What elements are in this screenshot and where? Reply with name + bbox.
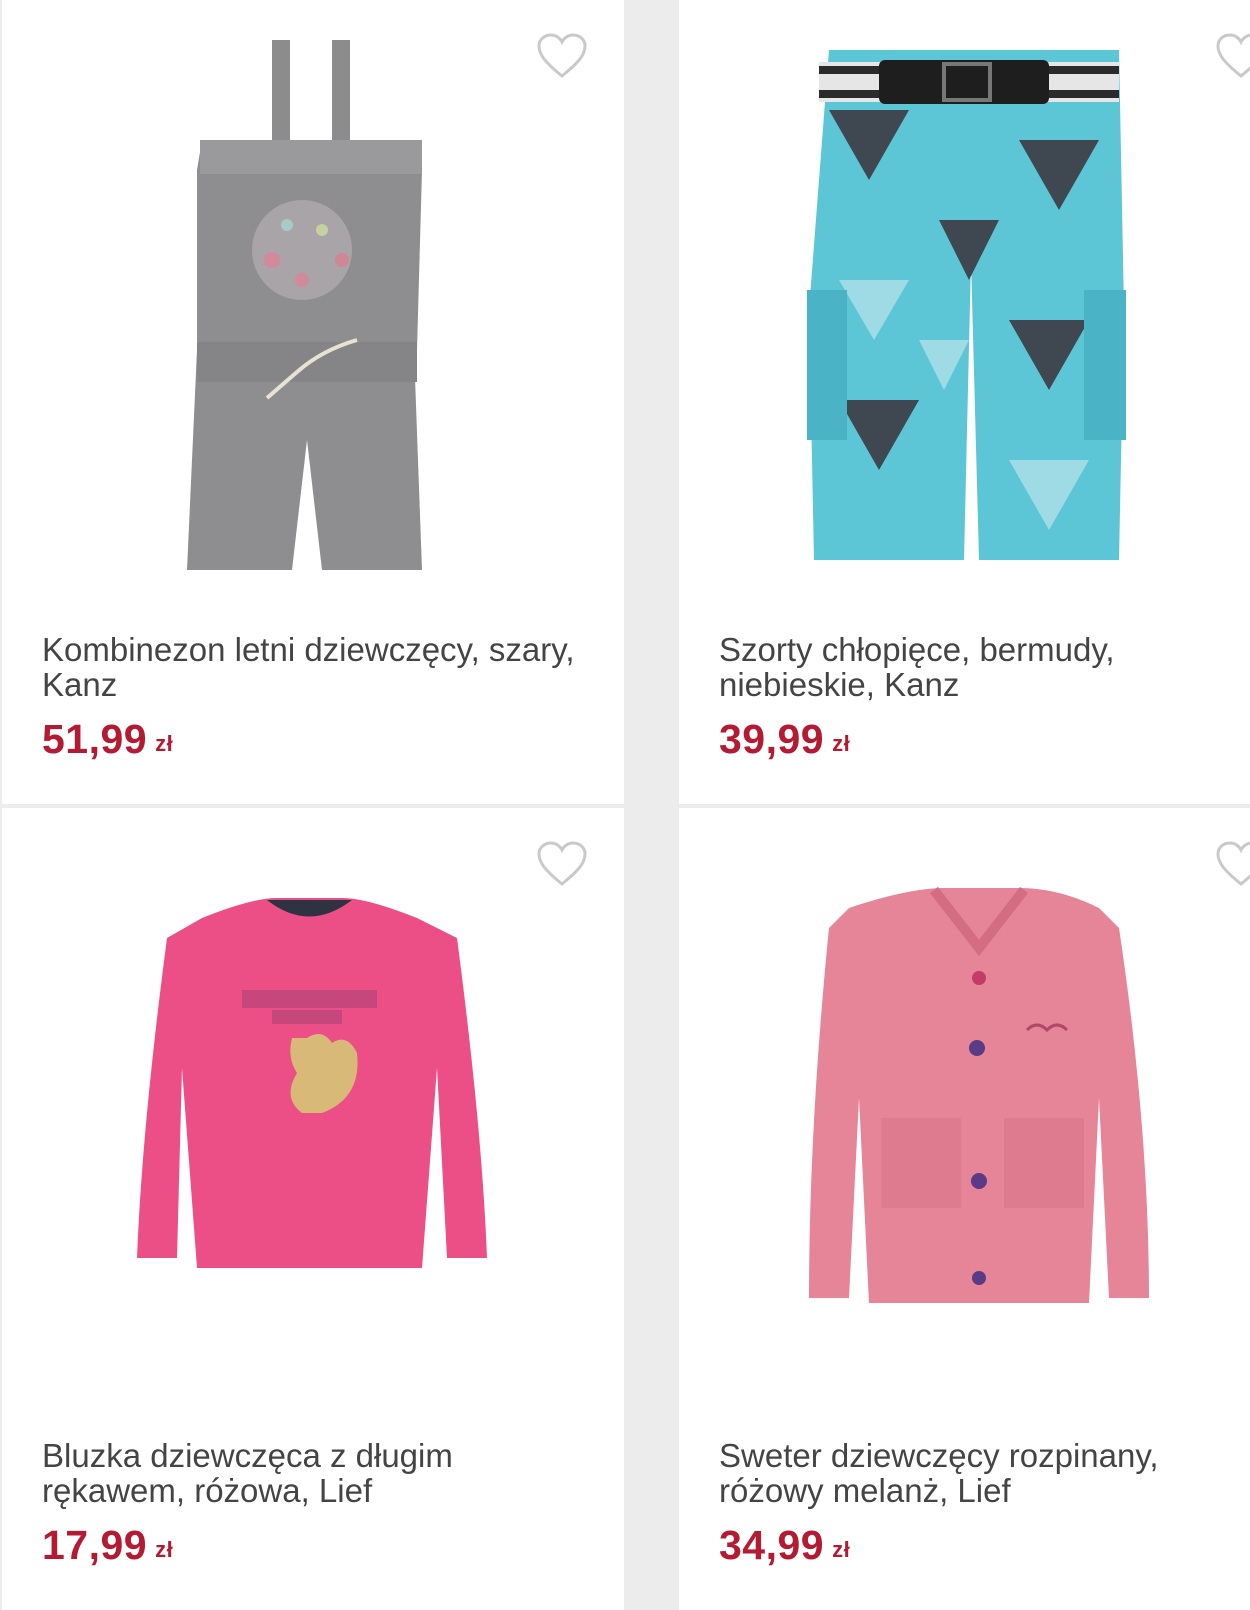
product-price: 17,99 zł: [42, 1522, 173, 1569]
pink-cardigan-image: [809, 886, 1149, 1303]
favorite-button[interactable]: [1215, 32, 1250, 80]
price-currency: zł: [832, 731, 851, 756]
product-grid: Kombinezon letni dziewczęcy, szary, Kanz…: [0, 0, 1250, 1610]
product-title[interactable]: Szorty chłopięce, bermudy, niebieskie, K…: [719, 632, 1239, 702]
product-price: 39,99 zł: [719, 716, 850, 763]
product-image-blue-shorts[interactable]: [679, 20, 1250, 600]
product-price: 34,99 zł: [719, 1522, 850, 1569]
price-value: 39,99: [719, 716, 825, 762]
product-card[interactable]: Bluzka dziewczęca z długim rękawem, różo…: [2, 808, 624, 1610]
favorite-button[interactable]: [536, 840, 588, 888]
gray-romper-image: [187, 40, 422, 570]
price-value: 51,99: [42, 716, 148, 762]
favorite-button[interactable]: [536, 32, 588, 80]
heart-outline-icon: [1216, 33, 1250, 78]
product-image-pink-blouse[interactable]: [2, 828, 624, 1408]
product-card[interactable]: Szorty chłopięce, bermudy, niebieskie, K…: [679, 0, 1250, 804]
price-value: 34,99: [719, 1522, 825, 1568]
heart-outline-icon: [537, 841, 587, 886]
price-value: 17,99: [42, 1522, 148, 1568]
product-title[interactable]: Bluzka dziewczęca z długim rękawem, różo…: [42, 1438, 582, 1508]
price-currency: zł: [155, 731, 174, 756]
heart-outline-icon: [537, 33, 587, 78]
price-currency: zł: [155, 1537, 174, 1562]
product-card[interactable]: Kombinezon letni dziewczęcy, szary, Kanz…: [2, 0, 624, 804]
product-card[interactable]: Sweter dziewczęcy rozpinany, różowy mela…: [679, 808, 1250, 1610]
product-title[interactable]: Kombinezon letni dziewczęcy, szary, Kanz: [42, 632, 582, 702]
product-image-pink-cardigan[interactable]: [679, 828, 1250, 1408]
favorite-button[interactable]: [1215, 840, 1250, 888]
heart-outline-icon: [1216, 841, 1250, 886]
price-currency: zł: [832, 1537, 851, 1562]
blue-shorts-image: [807, 50, 1126, 560]
product-image-gray-romper[interactable]: [2, 20, 624, 600]
pink-blouse-image: [137, 898, 487, 1268]
product-title[interactable]: Sweter dziewczęcy rozpinany, różowy mela…: [719, 1438, 1239, 1508]
product-price: 51,99 zł: [42, 716, 173, 763]
